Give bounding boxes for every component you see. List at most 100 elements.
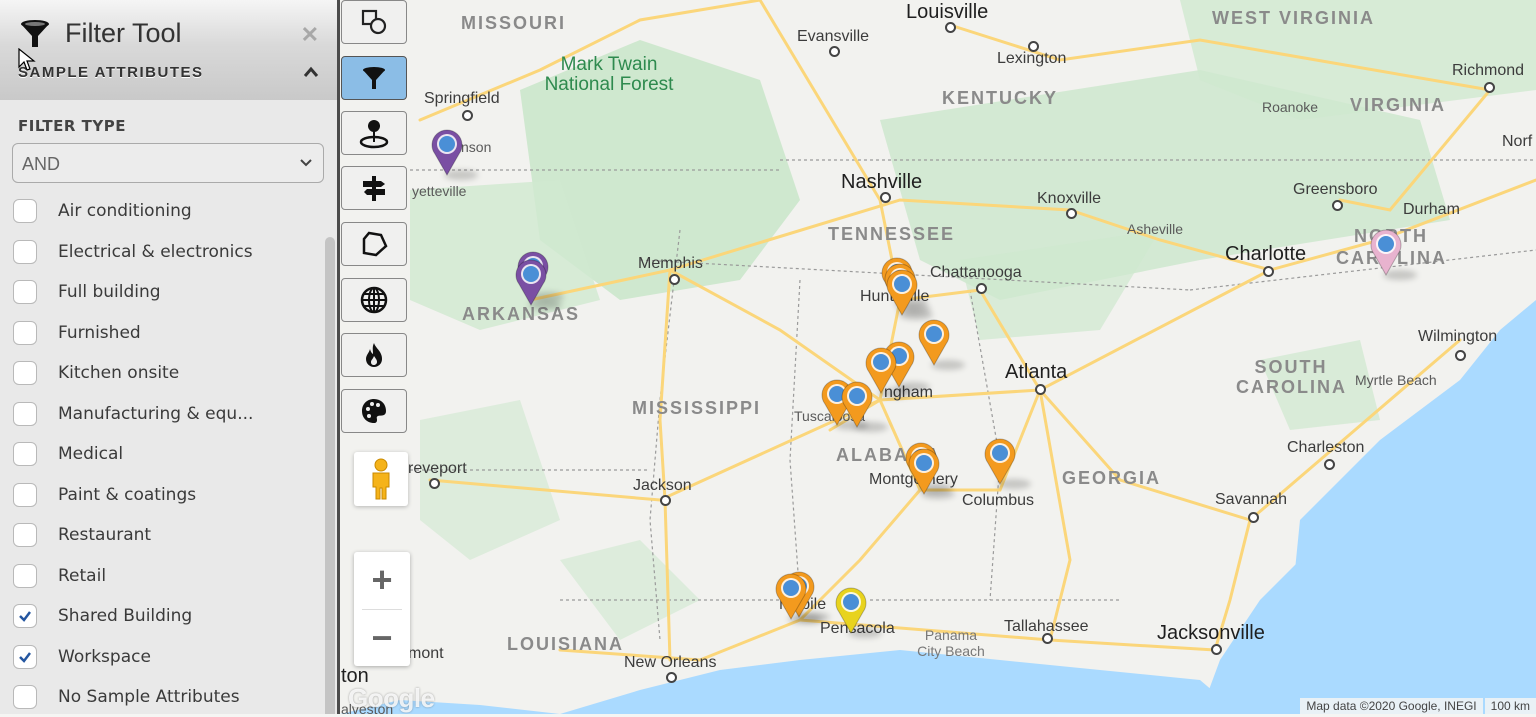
map-marker[interactable] [774, 572, 808, 620]
state-label: MISSISSIPPI [632, 398, 762, 418]
state-label: ARKANSAS [462, 304, 581, 324]
street-view-pegman[interactable] [354, 452, 408, 506]
attribute-checkbox[interactable] [13, 320, 37, 345]
city-dot [666, 672, 677, 683]
city-label: Springfield [424, 90, 500, 107]
city-dot [1455, 350, 1466, 361]
city-dot [1028, 41, 1039, 52]
city-label: Panama City Beach [917, 627, 985, 659]
city-dot [462, 110, 473, 121]
map-marker[interactable] [840, 380, 874, 428]
city-label: Columbus [962, 492, 1035, 509]
color-tool-button[interactable] [341, 389, 407, 433]
city-label: Greensboro [1293, 181, 1378, 198]
attribute-label: Kitchen onsite [58, 363, 180, 383]
map-marker[interactable] [430, 128, 464, 176]
attribute-item[interactable]: Kitchen onsite [0, 353, 320, 393]
attribute-checkbox[interactable] [13, 563, 37, 588]
checkmark-icon [19, 611, 31, 622]
city-label: Lexington [997, 50, 1067, 67]
close-icon[interactable]: ✕ [301, 22, 319, 48]
attribute-label: Paint & coatings [58, 484, 197, 505]
scrollbar-thumb[interactable] [325, 237, 335, 714]
city-label: Charlotte [1225, 243, 1307, 265]
map-marker[interactable] [907, 447, 941, 495]
attribute-checkbox[interactable] [13, 523, 37, 547]
polygon-icon [362, 231, 388, 257]
attribute-item[interactable]: Medical [0, 434, 320, 474]
attribute-label: Restaurant [58, 525, 152, 545]
attribute-item[interactable]: Furnished [0, 313, 320, 353]
state-label: LOUISIANA [507, 634, 624, 654]
attribute-checkbox[interactable] [13, 685, 37, 709]
attribute-item[interactable]: Shared Building [0, 596, 320, 636]
filter-type-select[interactable]: AND [12, 143, 324, 183]
zoom-in-button[interactable]: + [354, 552, 410, 608]
city-label: Nashville [841, 171, 923, 193]
attribute-checkbox[interactable] [13, 401, 37, 426]
boundaries-tool-button[interactable] [341, 278, 407, 322]
scale-label[interactable]: 100 km [1484, 698, 1536, 714]
mouse-cursor-icon [18, 48, 36, 71]
attribute-item[interactable]: Full building [0, 272, 320, 312]
attribute-item[interactable]: Restaurant [0, 515, 320, 555]
polygon-tool-button[interactable] [341, 222, 407, 266]
attribute-item[interactable]: Electrical & electronics [0, 232, 320, 272]
map-marker[interactable] [917, 318, 951, 366]
attribute-checkbox[interactable] [13, 239, 37, 264]
city-dot [429, 478, 440, 489]
attribute-checkbox[interactable] [13, 604, 37, 628]
attribute-label: Workspace [58, 646, 151, 667]
map-marker[interactable] [885, 268, 919, 316]
attribute-item[interactable]: Manufacturing & equ... [0, 394, 320, 434]
shapes-tool-button[interactable] [341, 0, 407, 44]
fire-icon [366, 343, 382, 367]
attribute-item[interactable]: Retail [0, 556, 320, 596]
google-logo: Google [348, 683, 435, 713]
marker-icon [918, 319, 950, 366]
city-dot [1332, 200, 1343, 211]
pin-radius-icon [359, 120, 389, 149]
chevron-down-icon [300, 159, 312, 167]
pegman-icon [372, 458, 390, 500]
map-marker[interactable] [1369, 228, 1403, 276]
attribute-checkbox[interactable] [13, 361, 37, 385]
city-label: Wilmington [1418, 328, 1498, 345]
heatmap-tool-button[interactable] [341, 333, 407, 377]
state-label: VIRGINIA [1350, 95, 1447, 115]
city-label: nson [461, 139, 492, 155]
attribute-checkbox[interactable] [13, 482, 37, 507]
attribute-label: Full building [58, 282, 161, 302]
palette-icon [362, 399, 386, 423]
attribute-checkbox[interactable] [13, 280, 37, 304]
proximity-tool-button[interactable] [341, 111, 407, 155]
chevron-up-icon[interactable] [303, 64, 319, 80]
attribute-checkbox[interactable] [13, 199, 37, 223]
city-label: Charleston [1287, 439, 1365, 456]
city-label: Myrtle Beach [1355, 372, 1437, 388]
funnel-icon [363, 67, 385, 89]
city-label: Evansville [797, 28, 870, 45]
map-marker[interactable] [834, 586, 868, 634]
city-label: Savannah [1215, 491, 1288, 508]
attribute-checkbox[interactable] [13, 442, 37, 466]
marker-icon [515, 259, 547, 306]
directions-tool-button[interactable] [341, 166, 407, 210]
attribute-item[interactable]: Air conditioning [0, 191, 320, 231]
scrollbar[interactable] [325, 237, 335, 714]
attribute-item[interactable]: No Sample Attributes [0, 677, 320, 717]
city-dot [1248, 512, 1259, 523]
attribute-item[interactable]: Paint & coatings [0, 475, 320, 515]
attribute-label: Electrical & electronics [58, 241, 253, 262]
zoom-out-button[interactable]: − [354, 610, 410, 666]
attribute-label: No Sample Attributes [58, 687, 240, 707]
map-marker[interactable] [514, 258, 548, 306]
map-marker[interactable] [983, 437, 1017, 485]
attribution-text[interactable]: Map data ©2020 Google, INEGI [1300, 698, 1483, 714]
attribute-checkbox[interactable] [13, 644, 37, 669]
city-label: yetteville [412, 183, 467, 199]
city-label: Jacksonville [1157, 622, 1265, 644]
filter-tool-button[interactable] [341, 56, 407, 100]
section-title[interactable]: SAMPLE ATTRIBUTES [18, 64, 204, 81]
attribute-item[interactable]: Workspace [0, 637, 320, 677]
